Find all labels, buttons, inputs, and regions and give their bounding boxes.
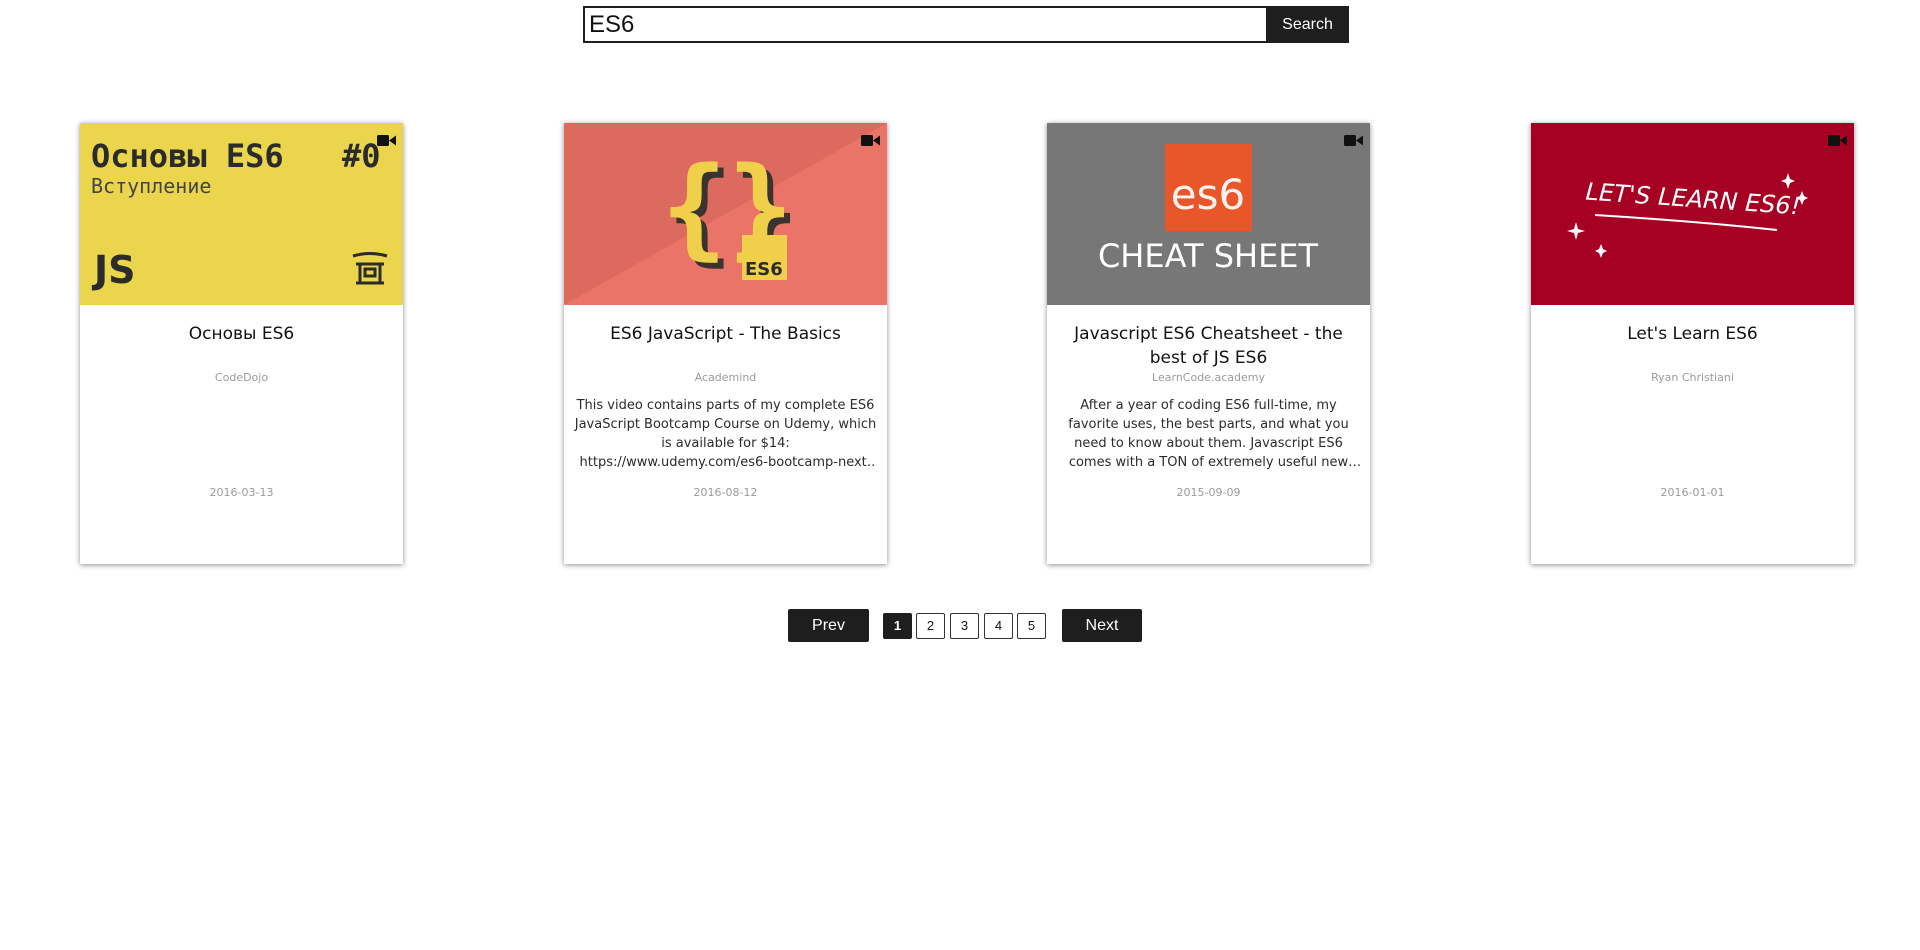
card-author: Ryan Christiani (1651, 371, 1734, 384)
card-description (1541, 396, 1844, 472)
page-1-button[interactable]: 1 (883, 613, 912, 639)
card-title[interactable]: ES6 JavaScript - The Basics (574, 322, 877, 370)
video-card[interactable]: Основы ES6 #0 Вступление JS Основы ES6 C… (80, 123, 403, 564)
video-camera-icon (377, 135, 396, 146)
thumb-caption: CHEAT SHEET (1098, 237, 1319, 275)
thumb-episode: #0 (342, 137, 381, 175)
card-body: Основы ES6 CodeDojo 2016-03-13 (80, 305, 403, 500)
video-thumbnail[interactable]: {} {} ES6 (564, 123, 887, 305)
card-body: Let's Learn ES6 Ryan Christiani 2016-01-… (1531, 305, 1854, 500)
video-camera-icon (1828, 135, 1847, 146)
card-title[interactable]: Javascript ES6 Cheatsheet - the best of … (1057, 322, 1360, 370)
thumbnail-image: LET'S LEARN ES6! (1531, 123, 1854, 305)
search-input[interactable] (583, 6, 1266, 43)
prev-button[interactable]: Prev (788, 609, 869, 642)
video-thumbnail[interactable]: es6 CHEAT SHEET (1047, 123, 1370, 305)
search-button[interactable]: Search (1266, 6, 1349, 43)
thumb-js-badge: JS (91, 248, 136, 292)
pagination: Prev 1 2 3 4 5 Next (0, 609, 1920, 642)
video-card[interactable]: LET'S LEARN ES6! Let's Learn ES6 Ryan Ch… (1531, 123, 1854, 564)
thumbnail-image: Основы ES6 #0 Вступление JS (80, 123, 403, 305)
video-camera-icon (1344, 135, 1363, 146)
card-date: 2016-03-13 (209, 486, 274, 499)
card-date: 2016-08-12 (693, 486, 758, 499)
thumb-subtitle: Вступление (91, 174, 211, 198)
card-title[interactable]: Let's Learn ES6 (1541, 322, 1844, 370)
video-thumbnail[interactable]: Основы ES6 #0 Вступление JS (80, 123, 403, 305)
card-author: Academind (694, 371, 757, 384)
video-camera-icon (861, 135, 880, 146)
video-thumbnail[interactable]: LET'S LEARN ES6! (1531, 123, 1854, 305)
video-card[interactable]: {} {} ES6 ES6 JavaScript - The Basics Ac… (564, 123, 887, 564)
search-bar: Search (583, 6, 1349, 43)
thumbnail-image: {} {} ES6 (564, 123, 887, 305)
page-3-button[interactable]: 3 (950, 613, 979, 639)
card-title[interactable]: Основы ES6 (90, 322, 393, 370)
card-description: After a year of coding ES6 full-time, my… (1068, 398, 1349, 470)
thumb-big-title: Основы ES6 (91, 137, 284, 175)
thumbnail-image: es6 CHEAT SHEET (1047, 123, 1370, 305)
card-date: 2015-09-09 (1176, 486, 1241, 499)
video-card[interactable]: es6 CHEAT SHEET Javascript ES6 Cheatshee… (1047, 123, 1370, 564)
thumb-es6-badge: ES6 (745, 259, 783, 280)
card-description (90, 396, 393, 472)
card-author: LearnCode.academy (1152, 371, 1265, 384)
card-author: CodeDojo (214, 371, 269, 384)
thumb-es6-logo: es6 (1171, 170, 1245, 219)
card-body: Javascript ES6 Cheatsheet - the best of … (1047, 305, 1370, 500)
card-date: 2016-01-01 (1660, 486, 1725, 499)
card-description: This video contains parts of my complete… (574, 398, 877, 470)
page-5-button[interactable]: 5 (1017, 613, 1046, 639)
page-4-button[interactable]: 4 (984, 613, 1013, 639)
page-2-button[interactable]: 2 (916, 613, 945, 639)
card-body: ES6 JavaScript - The Basics Academind Th… (564, 305, 887, 500)
next-button[interactable]: Next (1062, 609, 1142, 642)
